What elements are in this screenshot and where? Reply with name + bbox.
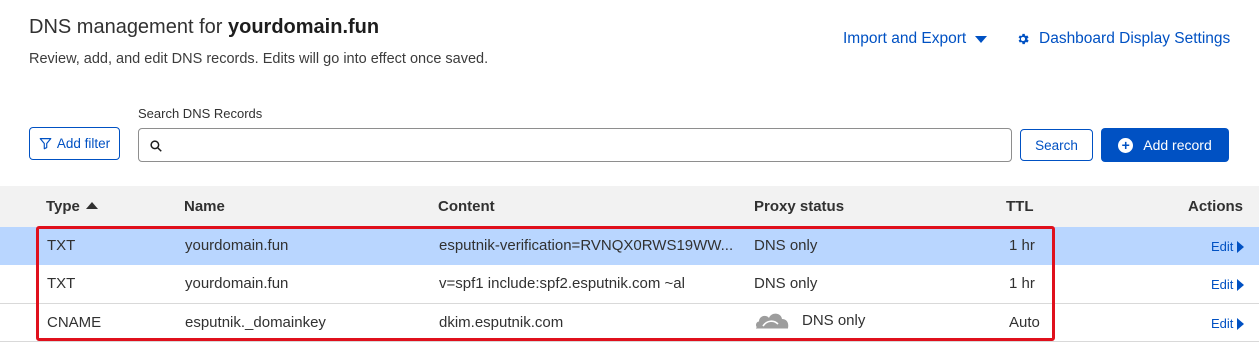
edit-record-button[interactable]: Edit — [1211, 316, 1245, 331]
expand-triangle-icon — [1237, 278, 1245, 291]
column-header-proxy-status[interactable]: Proxy status — [754, 198, 844, 215]
add-record-label: Add record — [1143, 137, 1212, 153]
record-content: v=spf1 include:spf2.esputnik.com ~al — [439, 275, 685, 292]
search-button[interactable]: Search — [1020, 129, 1093, 161]
grey-cloud-icon — [756, 313, 789, 329]
search-label: Search DNS Records — [138, 106, 263, 121]
search-input[interactable] — [169, 133, 1003, 159]
proxy-status: DNS only — [754, 310, 865, 330]
table-header: Type Name Content Proxy status TTL Actio… — [0, 186, 1259, 227]
table-row[interactable]: TXT yourdomain.fun esputnik-verification… — [0, 227, 1259, 265]
edit-record-button[interactable]: Edit — [1211, 277, 1245, 292]
record-name: yourdomain.fun — [185, 237, 289, 254]
dashboard-display-settings-link[interactable]: Dashboard Display Settings — [1016, 30, 1230, 48]
dashboard-settings-label: Dashboard Display Settings — [1039, 30, 1231, 47]
record-ttl: 1 hr — [1009, 237, 1035, 254]
search-field[interactable] — [138, 128, 1012, 162]
record-content: esputnik-verification=RVNQX0RWS19WW... — [439, 237, 734, 254]
record-content: dkim.esputnik.com — [439, 314, 564, 331]
page-title: DNS management for yourdomain.fun — [29, 16, 379, 39]
table-row[interactable]: CNAME esputnik._domainkey dkim.esputnik.… — [0, 304, 1259, 342]
column-header-content[interactable]: Content — [438, 198, 495, 215]
proxy-status-label: DNS only — [802, 311, 866, 329]
column-header-actions: Actions — [1188, 198, 1244, 215]
record-type: TXT — [47, 237, 76, 254]
edit-record-button[interactable]: Edit — [1211, 239, 1245, 254]
plus-circle-icon: + — [1118, 137, 1134, 153]
edit-label: Edit — [1211, 239, 1234, 254]
record-name: yourdomain.fun — [185, 275, 289, 292]
add-filter-label: Add filter — [56, 136, 111, 151]
expand-triangle-icon — [1237, 240, 1245, 253]
add-filter-button[interactable]: Add filter — [29, 127, 120, 160]
record-name: esputnik._domainkey — [185, 314, 326, 331]
filter-icon — [39, 138, 52, 150]
edit-label: Edit — [1211, 277, 1234, 292]
record-type: CNAME — [47, 314, 102, 331]
proxy-status: DNS only — [754, 275, 817, 292]
column-header-type[interactable]: Type — [46, 198, 98, 215]
import-export-label: Import and Export — [843, 30, 967, 47]
add-record-button[interactable]: + Add record — [1101, 128, 1229, 162]
page-subtitle: Review, add, and edit DNS records. Edits… — [29, 51, 489, 67]
gear-icon — [1018, 33, 1029, 45]
record-ttl: Auto — [1009, 314, 1040, 331]
proxy-status-label: DNS only — [754, 275, 818, 292]
column-type-label: Type — [46, 198, 80, 215]
record-ttl: 1 hr — [1009, 275, 1035, 292]
table-bottom-divider — [0, 341, 1259, 342]
proxy-status-label: DNS only — [754, 237, 818, 254]
record-type: TXT — [47, 275, 76, 292]
caret-down-icon — [975, 35, 988, 43]
table-row[interactable]: TXT yourdomain.fun v=spf1 include:spf2.e… — [0, 265, 1259, 304]
page-title-prefix: DNS management for — [29, 16, 228, 38]
expand-triangle-icon — [1237, 317, 1245, 330]
sort-ascending-icon — [85, 202, 98, 209]
import-export-menu[interactable]: Import and Export — [843, 30, 988, 48]
column-header-ttl[interactable]: TTL — [1006, 198, 1034, 215]
proxy-status: DNS only — [754, 237, 817, 254]
edit-label: Edit — [1211, 316, 1234, 331]
column-header-name[interactable]: Name — [184, 198, 225, 215]
search-icon — [150, 140, 162, 152]
domain-name: yourdomain.fun — [227, 16, 380, 38]
